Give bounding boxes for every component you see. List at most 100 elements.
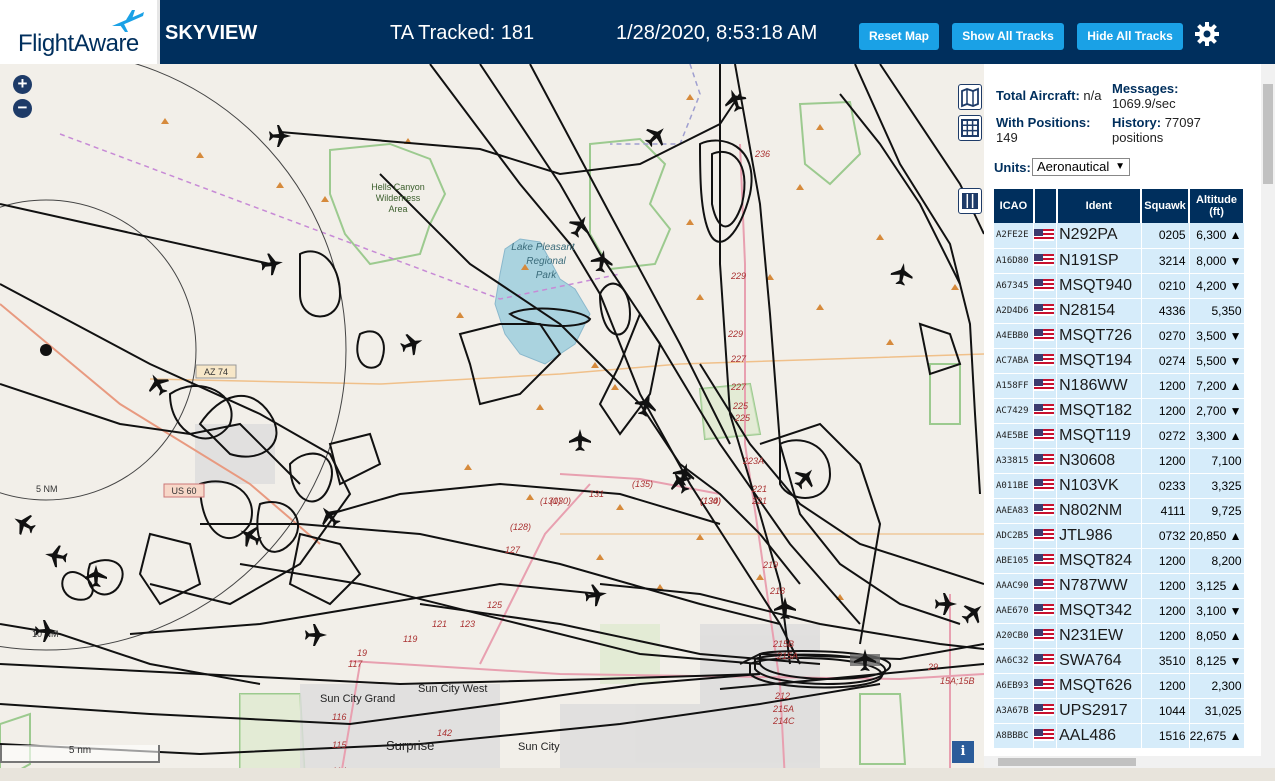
flightaware-logo[interactable]: FlightAware xyxy=(0,0,160,64)
altitude-value: 5,350 xyxy=(1211,303,1242,318)
table-row[interactable]: A2FE2E N292PA 0205 6,300 ▲ xyxy=(994,223,1245,249)
map-layers-button[interactable] xyxy=(958,84,982,110)
aircraft-icon[interactable] xyxy=(632,391,660,419)
aircraft-icon[interactable] xyxy=(398,330,426,358)
table-row[interactable]: AC7ABA MSQT194 0274 5,500 ▼ xyxy=(994,348,1245,374)
aircraft-icon[interactable] xyxy=(259,251,284,276)
flag-cell xyxy=(1033,673,1058,699)
altitude-value: 6,300 xyxy=(1196,228,1227,243)
altitude-value: 8,125 xyxy=(1196,653,1227,668)
zoom-out-button[interactable]: − xyxy=(13,99,32,118)
altitude-trend-icon: ▼ xyxy=(1229,328,1242,343)
column-header-altitude[interactable]: Altitude (ft) xyxy=(1189,189,1245,223)
aircraft-icon[interactable] xyxy=(305,624,327,646)
us-flag-icon xyxy=(1034,379,1055,392)
altitude-cell: 5,500 ▼ xyxy=(1189,348,1245,374)
icao-cell: A67345 xyxy=(994,273,1035,299)
column-toggle-button[interactable] xyxy=(958,188,982,214)
table-row[interactable]: A8BBBC AAL486 1516 22,675 ▲ xyxy=(994,723,1245,749)
table-row[interactable]: A67345 MSQT940 0210 4,200 ▼ xyxy=(994,273,1245,299)
zoom-in-button[interactable]: + xyxy=(13,75,32,94)
datetime-display: 1/28/2020, 8:53:18 AM xyxy=(616,22,818,44)
aircraft-icon[interactable] xyxy=(640,120,671,151)
road-number-label: 215A xyxy=(772,704,794,714)
column-header-ident[interactable]: Ident xyxy=(1056,189,1143,223)
table-row[interactable]: AAEA83 N802NM 4111 9,725 xyxy=(994,498,1245,524)
aircraft-icon[interactable] xyxy=(935,593,957,615)
road-number-label: 115 xyxy=(332,740,347,750)
table-row[interactable]: A4E5BE MSQT119 0272 3,300 ▲ xyxy=(994,423,1245,449)
table-row[interactable]: A16D80 N191SP 3214 8,000 ▼ xyxy=(994,248,1245,274)
aircraft-icon[interactable] xyxy=(889,261,914,286)
flag-cell xyxy=(1033,648,1058,674)
column-header-icao[interactable]: ICAO xyxy=(994,189,1035,223)
panel-horizontal-scrollbar[interactable] xyxy=(984,756,1261,768)
reset-map-button[interactable]: Reset Map xyxy=(859,23,939,50)
altitude-value: 2,300 xyxy=(1211,678,1242,693)
icao-cell: AA6C32 xyxy=(994,648,1035,674)
table-row[interactable]: A20CB0 N231EW 1200 8,050 ▲ xyxy=(994,623,1245,649)
ident-cell: SWA764 xyxy=(1056,648,1142,674)
aircraft-icon[interactable] xyxy=(790,463,821,494)
table-row[interactable]: A2D4D6 N28154 4336 5,350 xyxy=(994,298,1245,324)
table-row[interactable]: AA6C32 SWA764 3510 8,125 ▼ xyxy=(994,648,1245,674)
table-row[interactable]: A3A67B UPS2917 1044 31,025 xyxy=(994,698,1245,724)
column-header-squawk[interactable]: Squawk xyxy=(1141,189,1191,223)
hide-all-tracks-button[interactable]: Hide All Tracks xyxy=(1077,23,1183,50)
table-row[interactable]: A4EBB0 MSQT726 0270 3,500 ▼ xyxy=(994,323,1245,349)
icao-cell: A4EBB0 xyxy=(994,323,1035,349)
aircraft-icon[interactable] xyxy=(774,597,796,619)
table-row[interactable]: A011BE N103VK 0233 3,325 xyxy=(994,473,1245,499)
table-row[interactable]: AAE670 MSQT342 1200 3,100 ▼ xyxy=(994,598,1245,624)
aircraft-icon[interactable] xyxy=(583,582,608,607)
skyview-app: FlightAware SKYVIEW TA Tracked: 181 1/28… xyxy=(0,0,1275,781)
table-row[interactable]: A33815 N30608 1200 7,100 xyxy=(994,448,1245,474)
squawk-cell: 1200 xyxy=(1141,573,1190,599)
units-select[interactable]: Aeronautical ▼ xyxy=(1032,158,1130,176)
altitude-cell: 8,000 ▼ xyxy=(1189,248,1245,274)
aircraft-icon[interactable] xyxy=(269,125,291,147)
altitude-trend-icon: ▲ xyxy=(1229,628,1242,643)
table-header-row: ICAO Ident Squawk Altitude (ft) xyxy=(994,189,1245,223)
column-header-flag[interactable] xyxy=(1033,189,1058,223)
table-toggle-button[interactable] xyxy=(958,115,982,141)
map-view[interactable]: 5 NM Hells Canyon Wilderness Area Lake P… xyxy=(0,64,984,781)
table-row[interactable]: ADC2B5 JTL986 0732 20,850 ▲ xyxy=(994,523,1245,549)
aircraft-icon[interactable] xyxy=(569,429,591,451)
aircraft-panel: Total Aircraft: n/a Messages: 1069.9/sec… xyxy=(984,64,1275,781)
squawk-cell: 1200 xyxy=(1141,598,1190,624)
table-row[interactable]: AAAC90 N787WW 1200 3,125 ▲ xyxy=(994,573,1245,599)
ident-cell: N292PA xyxy=(1056,223,1142,249)
info-button[interactable]: i xyxy=(952,741,974,763)
panel-vertical-scrollbar[interactable] xyxy=(1261,64,1275,768)
altitude-value: 2,700 xyxy=(1196,403,1227,418)
altitude-trend-icon: ▲ xyxy=(1229,528,1242,543)
us-flag-icon xyxy=(1034,704,1055,717)
total-aircraft-label: Total Aircraft: xyxy=(996,88,1080,103)
table-row[interactable]: A6EB93 MSQT626 1200 2,300 xyxy=(994,673,1245,699)
flag-cell xyxy=(1033,698,1058,724)
road-shield: AZ 74 xyxy=(204,367,228,377)
us-flag-icon xyxy=(1034,279,1055,292)
aircraft-icon[interactable] xyxy=(958,598,984,629)
scrollbar-thumb[interactable] xyxy=(1263,84,1273,184)
scrollbar-thumb[interactable] xyxy=(998,758,1136,766)
road-number-label: 15A;15B xyxy=(940,676,975,686)
table-row[interactable]: ABE105 MSQT824 1200 8,200 xyxy=(994,548,1245,574)
gear-icon[interactable] xyxy=(1193,20,1221,48)
show-all-tracks-button[interactable]: Show All Tracks xyxy=(952,23,1064,50)
table-row[interactable]: AC7429 MSQT182 1200 2,700 ▼ xyxy=(994,398,1245,424)
us-flag-icon xyxy=(1034,254,1055,267)
aircraft-icon[interactable] xyxy=(721,86,749,114)
altitude-value: 3,500 xyxy=(1196,328,1227,343)
icao-cell: AC7429 xyxy=(994,398,1035,424)
road-number-label: 219 xyxy=(762,560,778,570)
map-canvas[interactable]: 5 NM Hells Canyon Wilderness Area Lake P… xyxy=(0,64,984,781)
aircraft-icon[interactable] xyxy=(43,543,68,568)
aircraft-icon[interactable] xyxy=(9,509,39,539)
squawk-cell: 0205 xyxy=(1141,223,1190,249)
altitude-cell: 3,500 ▼ xyxy=(1189,323,1245,349)
ident-cell: N787WW xyxy=(1056,573,1142,599)
altitude-cell: 22,675 ▲ xyxy=(1189,723,1245,749)
table-row[interactable]: A158FF N186WW 1200 7,200 ▲ xyxy=(994,373,1245,399)
